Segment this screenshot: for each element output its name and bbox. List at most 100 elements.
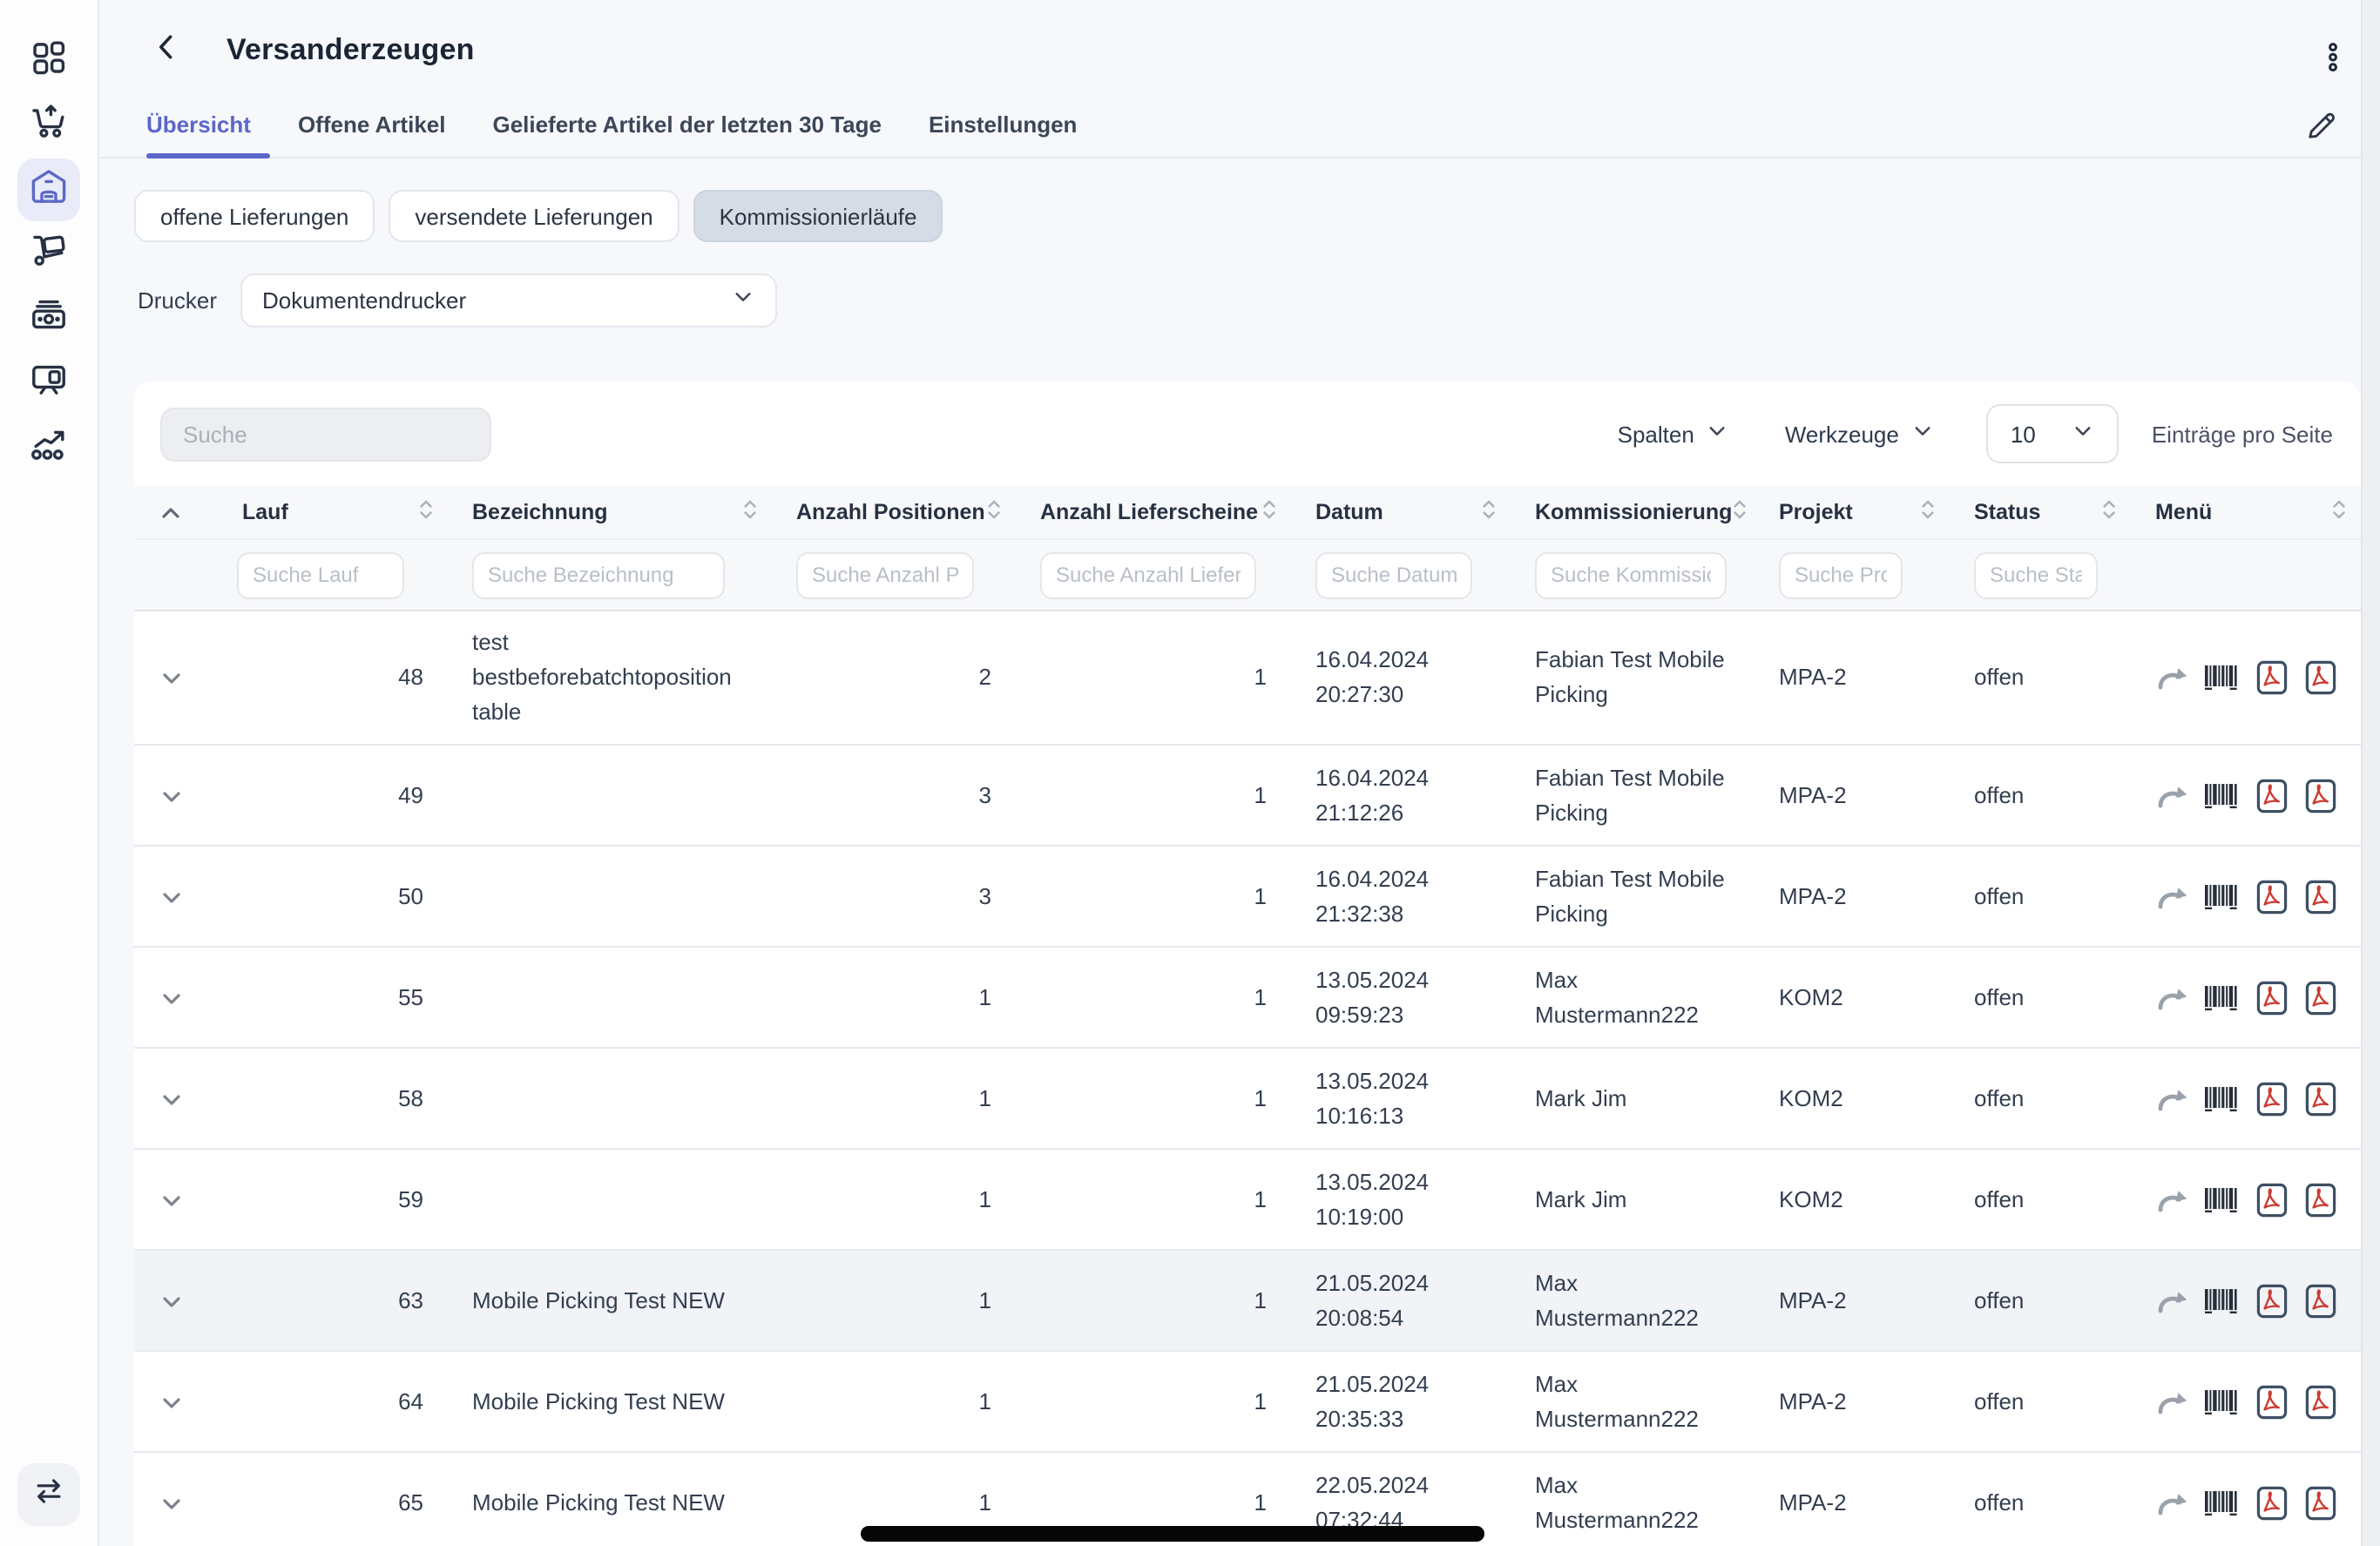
redo-arrow-icon[interactable]	[2155, 658, 2193, 697]
barcode-icon[interactable]	[2205, 878, 2242, 916]
vertical-scrollbar[interactable]	[2361, 0, 2380, 1546]
sidebar-item-analytics[interactable]	[17, 416, 80, 479]
redo-arrow-icon[interactable]	[2155, 1383, 2193, 1421]
chip-offene-lieferungen[interactable]: offene Lieferungen	[134, 190, 375, 242]
column-header-lauf[interactable]: Lauf	[207, 486, 448, 538]
chip-versendete-lieferungen[interactable]: versendete Lieferungen	[389, 190, 679, 242]
column-header-anzahl-lieferscheine[interactable]: Anzahl Lieferscheine	[1016, 486, 1291, 538]
row-expand-button[interactable]	[134, 746, 207, 846]
pdf-file-icon[interactable]	[2303, 1484, 2341, 1522]
tools-menu-button[interactable]: Werkzeuge	[1785, 420, 1934, 448]
pdf-file-icon[interactable]	[2254, 1181, 2291, 1219]
pdf-file-icon[interactable]	[2303, 658, 2341, 697]
column-header-anzahl-positionen[interactable]: Anzahl Positionen	[772, 486, 1016, 538]
column-header-projekt[interactable]: Projekt	[1755, 486, 1950, 538]
filter-input-bezeichnung[interactable]	[472, 551, 725, 598]
cell-kommissionierung: Fabian Test Mobile Picking	[1511, 847, 1755, 947]
barcode-icon[interactable]	[2205, 979, 2242, 1017]
pdf-file-icon[interactable]	[2254, 979, 2291, 1017]
chevron-down-icon	[161, 1385, 180, 1420]
edit-page-button[interactable]	[2305, 108, 2343, 146]
sidebar-item-cash[interactable]	[17, 287, 80, 350]
pdf-file-icon[interactable]	[2303, 1383, 2341, 1421]
sidebar-item-pos[interactable]	[17, 352, 80, 415]
barcode-icon[interactable]	[2205, 1181, 2242, 1219]
table-row: 50 3 1 16.04.2024 21:32:38 Fabian Test M…	[134, 847, 2361, 949]
sidebar-collapse-button[interactable]	[17, 1463, 80, 1526]
sort-arrows-icon	[986, 498, 1002, 526]
redo-arrow-icon[interactable]	[2155, 1080, 2193, 1118]
redo-arrow-icon[interactable]	[2155, 1484, 2193, 1522]
column-header-datum[interactable]: Datum	[1291, 486, 1511, 538]
barcode-icon[interactable]	[2205, 1282, 2242, 1320]
cell-anzahl-positionen: 1	[772, 1252, 1016, 1351]
filter-input-projekt[interactable]	[1779, 551, 1903, 598]
filter-input-anzahl-lieferscheine[interactable]	[1040, 551, 1256, 598]
page-menu-button[interactable]	[2314, 42, 2352, 80]
columns-menu-button[interactable]: Spalten	[1618, 420, 1729, 448]
redo-arrow-icon[interactable]	[2155, 878, 2193, 916]
row-expand-button[interactable]	[134, 1252, 207, 1351]
cell-anzahl-positionen: 1	[772, 1353, 1016, 1452]
barcode-icon[interactable]	[2205, 1484, 2242, 1522]
redo-arrow-icon[interactable]	[2155, 1282, 2193, 1320]
pdf-file-icon[interactable]	[2303, 1080, 2341, 1118]
row-expand-button[interactable]	[134, 1353, 207, 1452]
pdf-file-icon[interactable]	[2303, 979, 2341, 1017]
cell-bezeichnung	[448, 1151, 772, 1250]
pdf-file-icon[interactable]	[2254, 658, 2291, 697]
cell-anzahl-lieferscheine: 1	[1016, 1151, 1291, 1250]
tab-einstellungen[interactable]: Einstellungen	[929, 101, 1085, 157]
pdf-file-icon[interactable]	[2254, 1282, 2291, 1320]
row-expand-button[interactable]	[134, 1050, 207, 1149]
cell-datum: 13.05.2024 10:19:00	[1291, 1151, 1511, 1250]
pdf-file-icon[interactable]	[2303, 878, 2341, 916]
sidebar-item-sales[interactable]	[17, 94, 80, 157]
column-header-bezeichnung[interactable]: Bezeichnung	[448, 486, 772, 538]
filter-input-datum[interactable]	[1315, 551, 1472, 598]
printer-select[interactable]: Dokumentendrucker	[240, 273, 776, 327]
tab-uebersicht[interactable]: Übersicht	[146, 101, 260, 157]
filter-input-lauf[interactable]	[237, 551, 404, 598]
row-expand-button[interactable]	[134, 611, 207, 745]
pdf-file-icon[interactable]	[2254, 1383, 2291, 1421]
horizontal-scrollbar[interactable]	[861, 1526, 1484, 1542]
pdf-file-icon[interactable]	[2303, 1282, 2341, 1320]
pdf-file-icon[interactable]	[2303, 777, 2341, 815]
redo-arrow-icon[interactable]	[2155, 777, 2193, 815]
search-input[interactable]	[160, 407, 491, 461]
redo-arrow-icon[interactable]	[2155, 979, 2193, 1017]
column-header-menu[interactable]: Menü	[2131, 486, 2361, 538]
expand-all-header[interactable]	[134, 486, 207, 538]
tab-offene-artikel[interactable]: Offene Artikel	[298, 101, 455, 157]
chart-icon	[28, 422, 70, 473]
row-expand-button[interactable]	[134, 1454, 207, 1546]
sidebar-item-warehouse[interactable]	[17, 159, 80, 221]
pdf-file-icon[interactable]	[2254, 1484, 2291, 1522]
sidebar-item-picking[interactable]	[17, 223, 80, 286]
pdf-file-icon[interactable]	[2254, 777, 2291, 815]
column-header-kommissionierung[interactable]: Kommissionierung	[1511, 486, 1755, 538]
chip-kommissionierlaeufe[interactable]: Kommissionierläufe	[693, 190, 943, 242]
chevron-down-icon	[161, 981, 180, 1016]
pdf-file-icon[interactable]	[2303, 1181, 2341, 1219]
row-expand-button[interactable]	[134, 949, 207, 1048]
barcode-icon[interactable]	[2205, 1080, 2242, 1118]
page-size-select[interactable]: 10	[1986, 404, 2119, 463]
filter-input-status[interactable]	[1974, 551, 2098, 598]
barcode-icon[interactable]	[2205, 777, 2242, 815]
tab-gelieferte-artikel[interactable]: Gelieferte Artikel der letzten 30 Tage	[492, 101, 890, 157]
sort-arrows-icon	[2101, 498, 2117, 526]
filter-input-kommissionierung[interactable]	[1535, 551, 1727, 598]
pdf-file-icon[interactable]	[2254, 1080, 2291, 1118]
pdf-file-icon[interactable]	[2254, 878, 2291, 916]
redo-arrow-icon[interactable]	[2155, 1181, 2193, 1219]
sidebar-item-dashboard[interactable]	[17, 30, 80, 92]
row-expand-button[interactable]	[134, 847, 207, 947]
barcode-icon[interactable]	[2205, 658, 2242, 697]
row-expand-button[interactable]	[134, 1151, 207, 1250]
back-button[interactable]	[146, 30, 188, 71]
filter-input-anzahl-positionen[interactable]	[796, 551, 974, 598]
barcode-icon[interactable]	[2205, 1383, 2242, 1421]
column-header-status[interactable]: Status	[1950, 486, 2131, 538]
